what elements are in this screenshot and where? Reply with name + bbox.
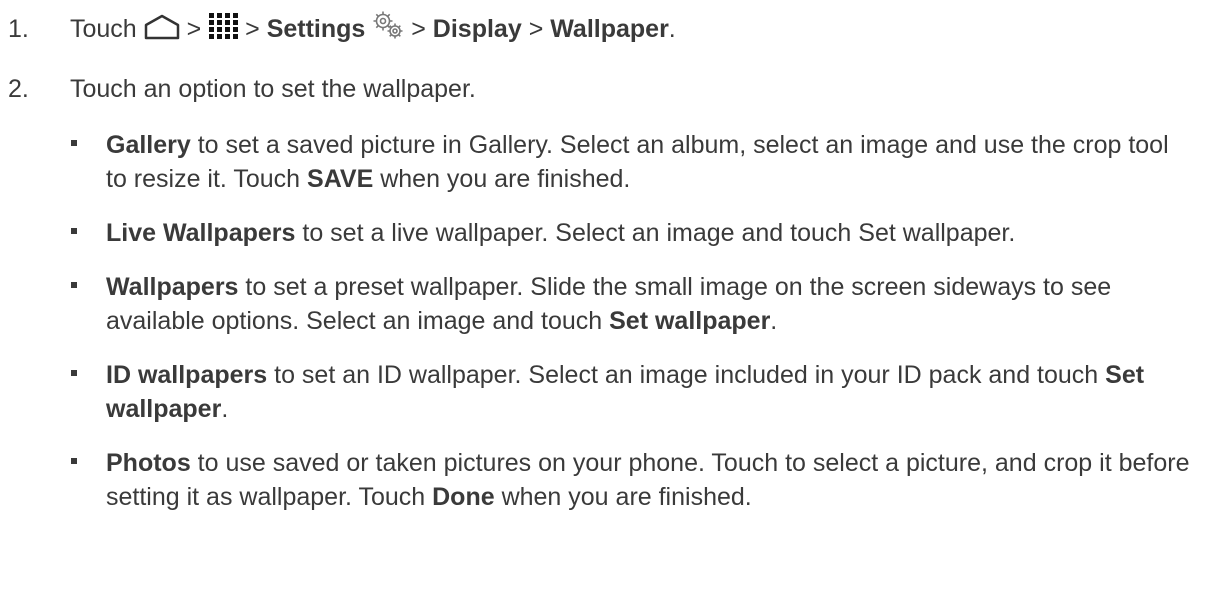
display-label: Display (432, 15, 522, 43)
option-wallpapers: Wallpapers to set a preset wallpaper. Sl… (71, 270, 1196, 338)
option-text-end: when you are finished. (373, 165, 631, 193)
step-number: 2. (8, 75, 29, 103)
apps-grid-icon (208, 12, 239, 47)
option-emphasis: SAVE (307, 165, 374, 193)
option-text: to set a saved picture in Gallery. Selec… (106, 131, 1169, 193)
option-title: Live Wallpapers (106, 219, 296, 247)
option-title: Wallpapers (106, 273, 239, 301)
bullet-icon (71, 370, 77, 376)
wallpaper-label: Wallpaper (550, 15, 669, 43)
option-text: to set a live wallpaper. Select an image… (295, 219, 1016, 247)
option-gallery: Gallery to set a saved picture in Galler… (71, 128, 1196, 196)
bullet-icon (71, 282, 77, 288)
step-1: 1. Touch > > Settings > Display > Wallpa… (8, 10, 676, 47)
option-title: ID wallpapers (106, 361, 268, 389)
settings-label: Settings (266, 15, 366, 43)
period: . (668, 15, 676, 43)
options-list: Gallery to set a saved picture in Galler… (71, 128, 1196, 534)
touch-text: Touch (70, 15, 137, 43)
separator: > (245, 15, 260, 43)
option-text-end: . (221, 395, 229, 423)
bullet-icon (71, 228, 77, 234)
step-2: 2. Touch an option to set the wallpaper. (8, 74, 476, 104)
option-text-end: . (770, 307, 778, 335)
option-live-wallpapers: Live Wallpapers to set a live wallpaper.… (71, 216, 1196, 250)
step-number: 1. (8, 15, 29, 43)
step-2-text: Touch an option to set the wallpaper. (70, 75, 476, 103)
bullet-icon (71, 140, 77, 146)
gear-icon (372, 10, 404, 47)
option-id-wallpapers: ID wallpapers to set an ID wallpaper. Se… (71, 358, 1196, 426)
option-text-end: when you are finished. (494, 483, 752, 511)
separator: > (528, 15, 544, 43)
separator: > (186, 15, 202, 43)
option-text: to set an ID wallpaper. Select an image … (267, 361, 1106, 389)
option-emphasis: Done (432, 483, 495, 511)
option-title: Photos (106, 449, 191, 477)
bullet-icon (71, 458, 77, 464)
option-emphasis: Set wallpaper (609, 307, 771, 335)
option-photos: Photos to use saved or taken pictures on… (71, 446, 1196, 514)
separator: > (411, 15, 426, 43)
option-title: Gallery (106, 131, 191, 159)
home-icon (144, 14, 180, 47)
